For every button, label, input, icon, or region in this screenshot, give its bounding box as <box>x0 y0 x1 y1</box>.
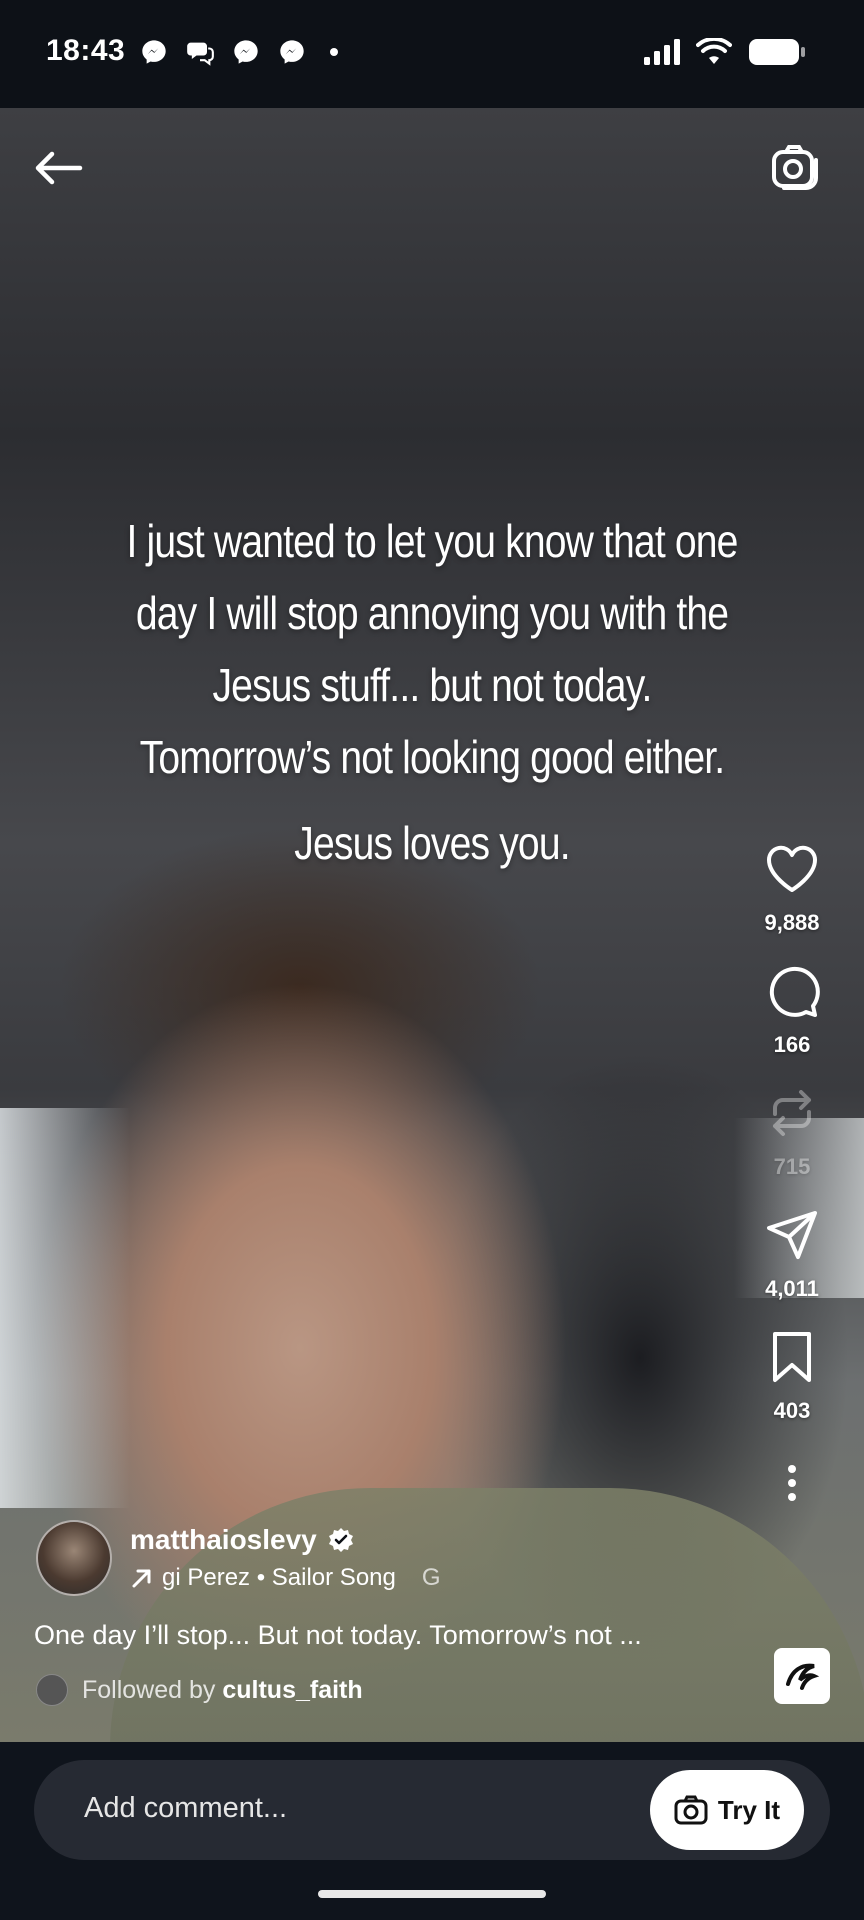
username-row: matthaioslevy <box>130 1524 460 1556</box>
overlay-line: I just wanted to let you know that one <box>126 515 738 567</box>
more-notifications-dot <box>330 48 338 56</box>
overlay-line: Jesus stuff... but not today. <box>212 659 652 711</box>
follower-avatar <box>36 1674 68 1706</box>
repost-count: 715 <box>773 1154 811 1179</box>
save-count: 403 <box>773 1398 811 1423</box>
like-button[interactable]: 9,888 <box>763 840 821 936</box>
username[interactable]: matthaioslevy <box>130 1524 317 1556</box>
overlay-line: Jesus loves you. <box>294 817 570 869</box>
overlay-line: Tomorrow’s not looking good either. <box>139 731 725 783</box>
notification-icons <box>140 38 338 66</box>
avatar[interactable] <box>36 1520 112 1596</box>
repost-icon <box>773 1090 811 1136</box>
camera-icon <box>674 1795 708 1825</box>
car-window-light <box>0 1108 130 1508</box>
share-count: 4,011 <box>765 1276 819 1301</box>
try-it-label: Try It <box>717 1794 781 1825</box>
overlay-line: day I will stop annoying you with the <box>135 587 729 639</box>
signal-icon <box>644 39 680 65</box>
followed-by-label: Followed by cultus_faith <box>82 1676 363 1705</box>
home-indicator <box>318 1890 546 1898</box>
arrow-left-icon <box>35 151 83 185</box>
action-rail: 9,888 166 715 4,011 403 <box>742 840 842 1512</box>
messenger-icon <box>234 40 258 64</box>
comment-icon <box>769 966 820 1017</box>
messenger-icon <box>280 40 304 64</box>
share-button[interactable]: 4,011 <box>763 1206 821 1302</box>
like-count: 9,888 <box>764 910 820 935</box>
music-title: gi Perez • Sailor Song <box>162 1564 396 1591</box>
status-time: 18:43 <box>46 34 126 67</box>
status-bar: 18:43 <box>0 0 864 108</box>
chat-bubbles-icon <box>187 42 214 66</box>
more-vertical-icon <box>788 1465 796 1501</box>
followed-by[interactable]: Followed by cultus_faith <box>36 1674 363 1706</box>
comment-input[interactable]: Add comment... <box>84 1792 287 1825</box>
back-button[interactable] <box>30 150 86 186</box>
arrow-up-right-icon <box>132 1569 151 1588</box>
camera-button[interactable] <box>770 142 822 194</box>
bookmark-icon <box>773 1332 811 1382</box>
wifi-icon <box>696 38 732 64</box>
audio-thumbnail[interactable] <box>774 1648 830 1704</box>
try-it-button[interactable]: Try It <box>650 1770 804 1850</box>
music-ticker-suffix: G <box>421 1564 441 1591</box>
repost-button[interactable]: 715 <box>763 1084 821 1180</box>
video-overlay-text: I just wanted to let you know that one d… <box>99 505 765 879</box>
followed-by-user: cultus_faith <box>222 1675 363 1704</box>
messenger-icon <box>142 40 166 64</box>
send-icon <box>767 1211 817 1259</box>
followed-by-prefix: Followed by <box>82 1675 216 1704</box>
reel-video[interactable] <box>0 108 864 1742</box>
comment-button[interactable]: 166 <box>763 962 821 1058</box>
battery-icon <box>749 39 805 65</box>
heart-icon <box>766 845 818 892</box>
music-row[interactable]: gi Perez • Sailor Song G <box>130 1564 460 1592</box>
post-caption[interactable]: One day I’ll stop... But not today. Tomo… <box>34 1620 734 1651</box>
system-icons <box>644 38 806 66</box>
camera-icon <box>772 145 818 190</box>
comment-count: 166 <box>773 1032 811 1057</box>
author-meta: matthaioslevy gi Perez • Sailor Song G <box>130 1524 460 1592</box>
save-button[interactable]: 403 <box>763 1328 821 1424</box>
verified-badge-icon <box>328 1528 353 1552</box>
author-info: matthaioslevy gi Perez • Sailor Song G <box>36 1520 460 1596</box>
audio-track-icon <box>786 1663 820 1690</box>
comment-box: Add comment... Try It <box>34 1760 830 1860</box>
more-options-button[interactable] <box>763 1454 821 1512</box>
